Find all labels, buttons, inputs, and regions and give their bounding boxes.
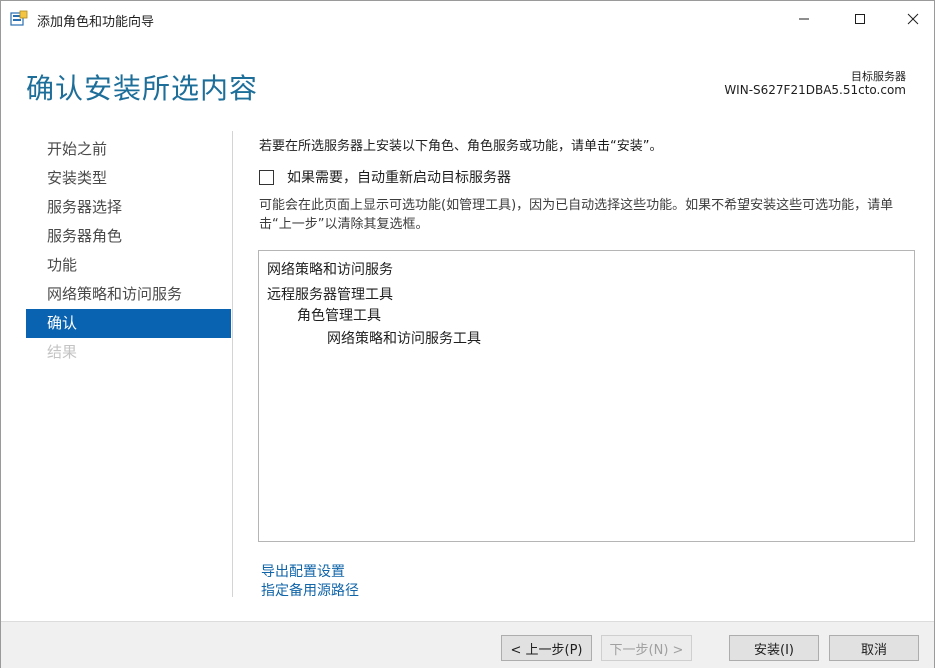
- wizard-nav: 开始之前 安装类型 服务器选择 服务器角色 功能 网络策略和访问服务 确认 结果: [26, 135, 231, 367]
- list-item: 网络策略和访问服务工具: [327, 331, 481, 347]
- close-button[interactable]: [890, 1, 935, 37]
- list-item: 角色管理工具: [297, 308, 381, 324]
- next-button: 下一步(N) >: [601, 635, 692, 661]
- list-item: 网络策略和访问服务: [267, 262, 393, 278]
- button-bar: < 上一步(P) 下一步(N) > 安装(I) 取消: [1, 621, 934, 668]
- page-title: 确认安装所选内容: [26, 72, 259, 105]
- maximize-icon: [855, 14, 865, 24]
- nav-item-installation-type[interactable]: 安装类型: [26, 164, 231, 193]
- nav-item-server-selection[interactable]: 服务器选择: [26, 193, 231, 222]
- cancel-button[interactable]: 取消: [829, 635, 919, 661]
- restart-option[interactable]: 如果需要，自动重新启动目标服务器: [259, 167, 511, 187]
- nav-item-confirmation[interactable]: 确认: [26, 309, 231, 338]
- maximize-button[interactable]: [837, 1, 883, 37]
- list-item: 远程服务器管理工具: [267, 287, 393, 303]
- nav-item-features[interactable]: 功能: [26, 251, 231, 280]
- title-bar[interactable]: 添加角色和功能向导: [1, 1, 934, 37]
- server-manager-icon: [10, 10, 28, 28]
- previous-button[interactable]: < 上一步(P): [501, 635, 592, 661]
- close-icon: [907, 13, 919, 25]
- install-button[interactable]: 安装(I): [729, 635, 819, 661]
- target-server-label: 目标服务器: [851, 70, 906, 83]
- target-server-name: WIN-S627F21DBA5.51cto.com: [724, 83, 906, 97]
- selected-features-list[interactable]: 网络策略和访问服务 远程服务器管理工具 角色管理工具 网络策略和访问服务工具: [258, 250, 915, 542]
- nav-divider: [232, 131, 233, 597]
- nav-item-server-roles[interactable]: 服务器角色: [26, 222, 231, 251]
- optional-features-note: 可能会在此页面上显示可选功能(如管理工具)，因为已自动选择这些功能。如果不希望安…: [259, 198, 894, 232]
- instruction-text: 若要在所选服务器上安装以下角色、角色服务或功能，请单击“安装”。: [259, 139, 663, 154]
- nav-item-network-policy[interactable]: 网络策略和访问服务: [26, 280, 231, 309]
- minimize-button[interactable]: [781, 1, 827, 37]
- nav-item-results: 结果: [47, 343, 78, 361]
- restart-label: 如果需要，自动重新启动目标服务器: [287, 170, 511, 186]
- wizard-window: 添加角色和功能向导 确认安装所选内容 目标服务器 WIN-S627F21DBA5…: [0, 0, 935, 668]
- minimize-icon: [799, 18, 809, 20]
- nav-item-before-you-begin[interactable]: 开始之前: [26, 135, 231, 164]
- export-config-link[interactable]: 导出配置设置: [261, 561, 345, 581]
- alternate-source-link[interactable]: 指定备用源路径: [261, 580, 359, 600]
- window-title: 添加角色和功能向导: [37, 15, 155, 30]
- restart-checkbox[interactable]: [259, 169, 274, 185]
